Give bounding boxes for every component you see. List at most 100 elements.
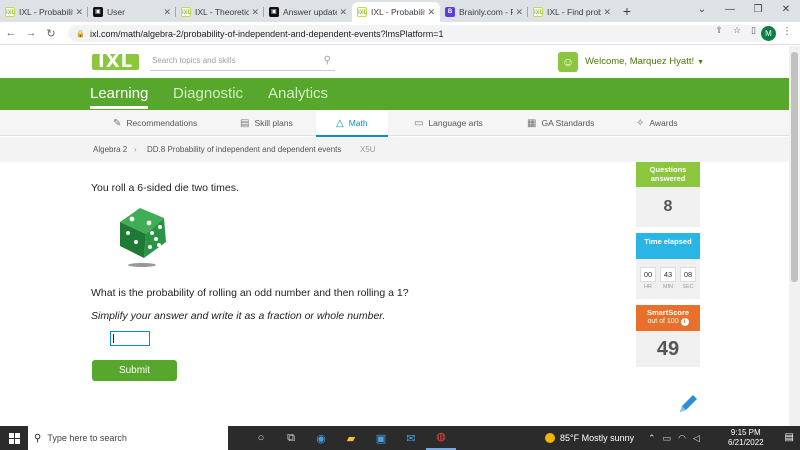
tab-search-icon[interactable]: ⌄: [688, 0, 716, 22]
subnav-math[interactable]: △ Math: [316, 110, 388, 137]
browser-tab[interactable]: ▣ User ✕: [88, 2, 176, 22]
page-scrollbar[interactable]: [789, 46, 800, 426]
edge-browser-icon[interactable]: ◉: [306, 432, 336, 445]
notification-icon[interactable]: ▤: [785, 432, 794, 443]
browser-tab-strip: IXL IXL - Probabilit ✕ ▣ User ✕ IXL IXL - The…: [0, 0, 800, 22]
nav-learning[interactable]: Learning: [90, 85, 149, 109]
sun-icon: [545, 433, 555, 443]
browser-tab[interactable]: ▣ Answer update ✕: [264, 2, 352, 22]
profile-avatar[interactable]: M: [761, 26, 776, 41]
scrollbar-thumb[interactable]: [791, 52, 798, 282]
forward-icon[interactable]: →: [22, 27, 40, 39]
lock-icon[interactable]: 🔒: [76, 30, 85, 38]
subnav-awards[interactable]: ✧ Awards: [636, 110, 678, 136]
ixl-favicon-icon: IXL: [357, 7, 367, 17]
nav-diagnostic[interactable]: Diagnostic: [173, 85, 243, 102]
info-icon[interactable]: i: [680, 318, 689, 326]
timer-seconds: 08: [680, 267, 696, 282]
subnav-skill-plans[interactable]: ▤ Skill plans: [240, 110, 293, 136]
ixl-favicon-icon: IXL: [5, 7, 15, 17]
browser-menu-icon[interactable]: ⋮: [782, 26, 792, 37]
pencil-icon[interactable]: [676, 392, 700, 416]
user-avatar-icon[interactable]: ☺: [558, 52, 578, 72]
math-icon: △: [336, 117, 344, 129]
sub-nav: ✎ Recommendations ▤ Skill plans △ Math ▭ Lan…: [0, 110, 800, 137]
smartscore-sub: out of 100: [647, 318, 679, 325]
bookmark-star-icon[interactable]: ☆: [733, 25, 741, 36]
close-tab-icon[interactable]: ✕: [163, 7, 171, 18]
browser-tab[interactable]: IXL IXL - Probabilit ✕: [0, 2, 88, 22]
restore-icon[interactable]: ❐: [744, 0, 772, 22]
text-caret: [113, 334, 114, 343]
main-nav: Learning Diagnostic Analytics: [0, 78, 800, 110]
taskbar-clock[interactable]: 9:15 PM 6/21/2022: [728, 428, 764, 448]
browser-tab[interactable]: B Brainly.com - F ✕: [440, 2, 528, 22]
timer-seconds-label: SEC: [682, 284, 694, 290]
breadcrumb: Algebra 2 › DD.8 Probability of independ…: [0, 137, 800, 162]
close-tab-icon[interactable]: ✕: [603, 7, 611, 18]
cortana-icon[interactable]: ○: [246, 432, 276, 444]
smartscore-value: 49: [636, 331, 700, 367]
time-elapsed-label: Time elapsed: [636, 233, 700, 259]
ixl-logo[interactable]: IXL: [92, 53, 140, 71]
breadcrumb-course[interactable]: Algebra 2: [93, 145, 127, 154]
close-window-icon[interactable]: ✕: [772, 0, 800, 22]
display-icon[interactable]: ▭: [663, 433, 672, 444]
os-taskbar: ⚲ Type here to search ○ ⧉ ◉ ▰ ▣ ✉ ◍ 85°F …: [0, 426, 800, 450]
stats-panel: Questions answered 8 Time elapsed 00 HR 4…: [636, 162, 700, 367]
close-tab-icon[interactable]: ✕: [427, 7, 435, 18]
browser-tab[interactable]: IXL IXL - Find prob ✕: [528, 2, 616, 22]
page-favicon-icon: ▣: [269, 7, 279, 17]
browser-tab[interactable]: IXL IXL - Theoretic ✕: [176, 2, 264, 22]
weather-widget[interactable]: 85°F Mostly sunny: [545, 426, 634, 450]
close-tab-icon[interactable]: ✕: [251, 7, 259, 18]
awards-icon: ✧: [636, 117, 645, 129]
submit-button[interactable]: Submit: [92, 360, 177, 381]
timer-hours-label: HR: [644, 284, 652, 290]
user-menu[interactable]: Welcome, Marquez Hyatt! ▼: [585, 56, 704, 67]
skill-code: X5U: [360, 145, 376, 154]
timer-minutes: 43: [660, 267, 676, 282]
skill-plans-icon: ▤: [240, 117, 250, 129]
reload-icon[interactable]: ↻: [42, 27, 60, 40]
timer-minutes-label: MIN: [662, 284, 674, 290]
subnav-language-arts[interactable]: ▭ Language arts: [414, 110, 483, 136]
store-icon[interactable]: ▣: [366, 432, 396, 445]
share-icon[interactable]: ⇪: [715, 25, 723, 36]
browser-tab-active[interactable]: IXL IXL - Probabilit ✕: [352, 2, 440, 22]
standards-icon: ▦: [527, 117, 537, 129]
new-tab-button[interactable]: +: [616, 2, 638, 22]
search-icon[interactable]: ⚲: [324, 53, 331, 69]
back-icon[interactable]: ←: [2, 27, 20, 39]
close-tab-icon[interactable]: ✕: [339, 7, 347, 18]
task-view-icon[interactable]: ⧉: [276, 432, 306, 445]
close-tab-icon[interactable]: ✕: [515, 7, 523, 18]
windows-start-icon[interactable]: [0, 426, 28, 450]
question-intro: You roll a 6-sided die two times.: [91, 182, 239, 194]
taskbar-search-input[interactable]: ⚲ Type here to search: [28, 426, 228, 450]
taskbar-search-placeholder: Type here to search: [47, 433, 127, 443]
recommendations-icon: ✎: [113, 117, 122, 129]
chevron-up-icon[interactable]: ⌃: [648, 433, 656, 444]
answer-input[interactable]: [110, 331, 150, 346]
time-elapsed-timer: 00 HR 43 MIN 08 SEC: [636, 259, 700, 299]
sidebar-icon[interactable]: ▯: [751, 25, 756, 36]
address-bar: ← → ↻ 🔒 ixl.com/math/algebra-2/probabili…: [0, 22, 800, 45]
questions-answered-label: Questions answered: [636, 162, 700, 187]
nav-analytics[interactable]: Analytics: [268, 85, 328, 102]
minimize-icon[interactable]: —: [716, 0, 744, 22]
subnav-recommendations[interactable]: ✎ Recommendations: [113, 110, 197, 136]
subnav-ga-standards[interactable]: ▦ GA Standards: [527, 110, 594, 136]
volume-icon[interactable]: ◁: [693, 433, 700, 444]
close-tab-icon[interactable]: ✕: [75, 7, 83, 18]
wifi-icon[interactable]: ◠: [678, 433, 686, 444]
chrome-icon[interactable]: ◍: [426, 426, 456, 450]
question-prompt: What is the probability of rolling an od…: [91, 287, 409, 299]
green-die-icon: [120, 208, 166, 267]
url-field[interactable]: 🔒 ixl.com/math/algebra-2/probability-of-…: [68, 25, 768, 42]
search-icon: ⚲: [34, 432, 42, 444]
mail-icon[interactable]: ✉: [396, 432, 426, 445]
search-input[interactable]: Search topics and skills ⚲: [150, 53, 335, 71]
questions-answered-value: 8: [636, 187, 700, 227]
file-explorer-icon[interactable]: ▰: [336, 432, 366, 445]
